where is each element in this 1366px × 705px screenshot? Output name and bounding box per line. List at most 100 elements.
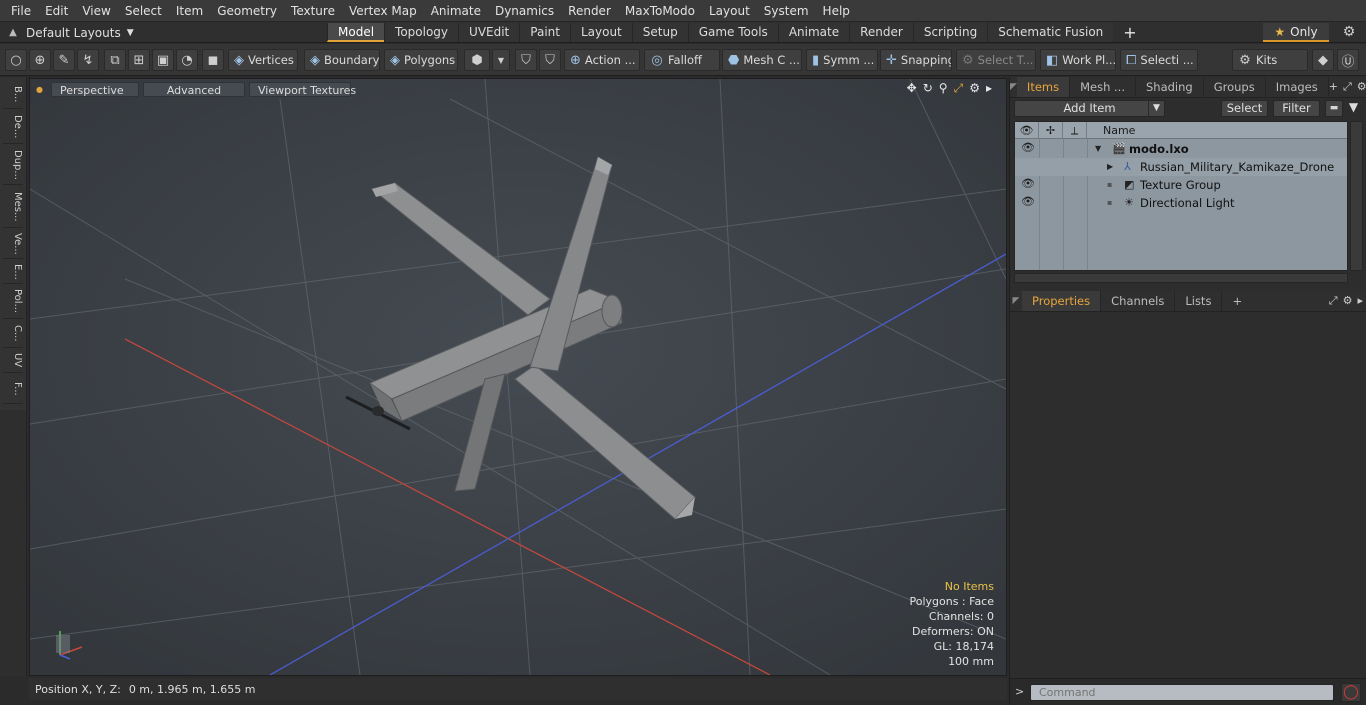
3d-viewport[interactable]: ● Perspective Advanced Viewport Textures… <box>29 78 1007 676</box>
item-list-scrollbar[interactable] <box>1350 121 1363 271</box>
tab-schematic-fusion[interactable]: Schematic Fusion <box>987 23 1114 42</box>
advanced-dropdown[interactable]: Advanced <box>142 81 245 97</box>
tab-mesh[interactable]: Mesh ... <box>1070 77 1136 97</box>
add-item-button[interactable]: Add Item ▼ <box>1014 100 1165 117</box>
layout-home-icon[interactable]: ▲ <box>6 27 20 38</box>
add-tab-icon[interactable]: + <box>1113 23 1146 42</box>
menu-vertex-map[interactable]: Vertex Map <box>342 0 424 22</box>
viewport-menu-dot-icon[interactable]: ● <box>36 85 43 94</box>
select-box-button[interactable]: ▣ <box>152 49 174 71</box>
perspective-dropdown[interactable]: Perspective <box>50 81 139 97</box>
tab-groups[interactable]: Groups <box>1204 77 1266 97</box>
menu-animate[interactable]: Animate <box>424 0 488 22</box>
collapse-triangle-icon[interactable]: ▶ <box>1107 158 1113 176</box>
tab-scripting[interactable]: Scripting <box>912 23 988 42</box>
left-tab-duplicate[interactable]: Dup... <box>3 145 23 185</box>
menu-system[interactable]: System <box>757 0 816 22</box>
select-through-button[interactable]: ⚙ Select T... <box>956 49 1036 71</box>
lock-column-icon[interactable]: ✢ <box>1039 122 1063 139</box>
tab-paint[interactable]: Paint <box>519 23 570 42</box>
symmetry-left-button[interactable]: ⛉ <box>515 49 537 71</box>
select-connect-button[interactable]: ⧉ <box>104 49 126 71</box>
name-column-header[interactable]: Name <box>1103 122 1135 139</box>
tab-uvedit[interactable]: UVEdit <box>458 23 520 42</box>
rotate-view-icon[interactable]: ↻ <box>923 81 933 96</box>
kits-button[interactable]: ⚙ Kits <box>1232 49 1308 71</box>
item-list-horizontal-scrollbar[interactable] <box>1014 273 1348 283</box>
add-tab-icon[interactable]: + <box>1222 291 1252 311</box>
chevron-down-icon[interactable]: ▼ <box>1148 101 1164 116</box>
left-tab-curve[interactable]: C... <box>3 320 23 348</box>
visibility-column-eye-icon[interactable]: 👁 <box>1015 122 1039 139</box>
panel-gear-icon[interactable]: ⚙ <box>1343 294 1353 308</box>
left-tab-edge[interactable]: E... <box>3 260 23 284</box>
menu-help[interactable]: Help <box>816 0 857 22</box>
menu-select[interactable]: Select <box>118 0 169 22</box>
panel-grip-icon[interactable]: ◤ <box>1010 77 1017 97</box>
action-center-button[interactable]: ⊕ Action ... <box>564 49 640 71</box>
funnel-icon[interactable]: ▼ <box>1345 100 1362 117</box>
boundary-button[interactable]: ◈ Boundary <box>304 49 380 71</box>
left-tab-basic[interactable]: B... <box>3 81 23 109</box>
menu-geometry[interactable]: Geometry <box>210 0 284 22</box>
menu-maxtomodo[interactable]: MaxToModo <box>618 0 702 22</box>
polygons-button[interactable]: ◈ Polygons <box>384 49 458 71</box>
list-item-modo-lxo[interactable]: 👁 ▼ 🎬 modo.lxo <box>1015 140 1347 158</box>
item-mode-button[interactable]: ◼ <box>202 49 224 71</box>
left-tab-deform[interactable]: De... <box>3 110 23 144</box>
tab-game-tools[interactable]: Game Tools <box>687 23 778 42</box>
select-button[interactable]: Select <box>1221 100 1268 117</box>
mesh-constraint-button[interactable]: ⬣ Mesh C ... <box>722 49 802 71</box>
add-tab-icon[interactable]: + <box>1329 80 1338 94</box>
gear-icon[interactable]: ⚙ <box>1338 23 1360 42</box>
command-input[interactable] <box>1030 684 1334 701</box>
menu-view[interactable]: View <box>75 0 117 22</box>
viewport-gear-icon[interactable]: ⚙ <box>969 81 980 96</box>
menu-dynamics[interactable]: Dynamics <box>488 0 561 22</box>
tab-properties[interactable]: Properties <box>1022 291 1102 311</box>
left-tab-polygon[interactable]: Pol... <box>3 285 23 319</box>
tab-setup[interactable]: Setup <box>631 23 688 42</box>
expand-panel-icon[interactable]: ⤢ <box>1329 294 1338 308</box>
only-button[interactable]: ★ Only <box>1263 23 1329 42</box>
tab-lists[interactable]: Lists <box>1175 291 1223 311</box>
tab-animate[interactable]: Animate <box>777 23 850 42</box>
panel-more-icon[interactable]: ▸ <box>1357 294 1363 308</box>
menu-edit[interactable]: Edit <box>38 0 75 22</box>
symmetry-right-button[interactable]: ⛉ <box>539 49 561 71</box>
maximize-view-icon[interactable]: ⤢ <box>954 81 964 96</box>
tab-render[interactable]: Render <box>849 23 913 42</box>
tab-channels[interactable]: Channels <box>1101 291 1176 311</box>
menu-texture[interactable]: Texture <box>284 0 342 22</box>
list-item-directional-light[interactable]: 👁 ▪ ☀ Directional Light <box>1015 194 1347 212</box>
menu-file[interactable]: File <box>4 0 38 22</box>
mode-dropdown-button[interactable]: ▼ <box>492 49 510 71</box>
move-view-icon[interactable]: ✥ <box>907 81 917 96</box>
menu-item[interactable]: Item <box>169 0 210 22</box>
eye-icon[interactable]: 👁 <box>1021 177 1035 190</box>
select-grid-button[interactable]: ⊞ <box>128 49 150 71</box>
panel-grip-icon[interactable]: ◤ <box>1010 291 1022 311</box>
panel-gear-icon[interactable]: ⚙ <box>1357 80 1366 94</box>
select-pen-button[interactable]: ✎ <box>53 49 75 71</box>
filter-button[interactable]: Filter <box>1273 100 1320 117</box>
snapping-button[interactable]: ✛ Snapping <box>880 49 952 71</box>
work-plane-button[interactable]: ◧ Work Pl... <box>1040 49 1116 71</box>
zoom-view-icon[interactable]: ⚲ <box>939 81 948 96</box>
left-tab-uv[interactable]: UV <box>3 349 23 373</box>
tab-items[interactable]: Items <box>1016 77 1071 97</box>
left-tab-mesh-edit[interactable]: Mes... <box>3 186 23 228</box>
record-macro-icon[interactable]: ◯ <box>1341 683 1361 702</box>
layouts-dropdown[interactable]: ▲ Default Layouts ▼ <box>6 22 134 43</box>
expand-triangle-icon[interactable]: ▼ <box>1095 140 1101 158</box>
render-column-icon[interactable]: ⟂ <box>1063 122 1087 139</box>
eye-icon[interactable]: 👁 <box>1021 195 1035 208</box>
select-globe-button[interactable]: ⊕ <box>29 49 51 71</box>
tab-model[interactable]: Model <box>327 23 385 42</box>
list-item-texture-group[interactable]: 👁 ▪ ◩ Texture Group <box>1015 176 1347 194</box>
unreal-button[interactable]: Ⓤ <box>1337 49 1359 71</box>
menu-layout[interactable]: Layout <box>702 0 757 22</box>
select-timer-button[interactable]: ◔ <box>176 49 198 71</box>
select-lasso-button[interactable]: ↯ <box>77 49 99 71</box>
command-arrow-icon[interactable]: > <box>1015 685 1024 698</box>
